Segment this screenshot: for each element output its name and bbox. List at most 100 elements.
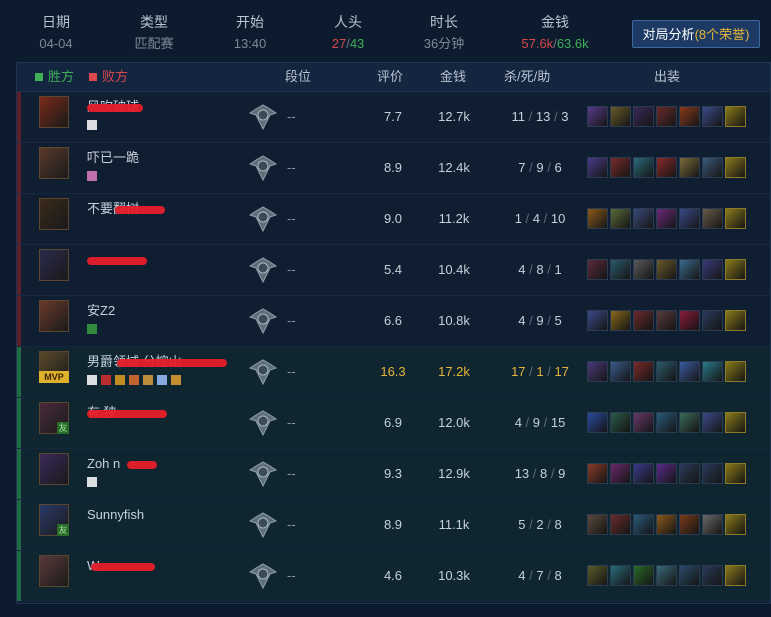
item-icon[interactable] [633,514,654,535]
item-icon[interactable] [679,157,700,178]
player-name[interactable]: 吓已一跪 [87,149,217,167]
item-icon[interactable] [633,106,654,127]
item-icon[interactable] [679,463,700,484]
trinket-item-icon[interactable] [725,565,746,586]
rank-value: -- [287,568,296,583]
champion-avatar[interactable] [39,249,69,281]
item-icon[interactable] [610,412,631,433]
rank-emblem-icon [248,308,278,335]
item-icon[interactable] [702,106,723,127]
item-icon[interactable] [702,259,723,280]
rank-emblem-icon [248,563,278,590]
item-icon[interactable] [656,259,677,280]
item-icon[interactable] [679,412,700,433]
item-icon[interactable] [610,514,631,535]
item-icon[interactable] [702,463,723,484]
champion-avatar[interactable] [39,453,69,485]
item-icon[interactable] [656,310,677,331]
table-row[interactable]: 吓已一跪 -- 8.9 12.4k 7 / 9 / 6 [17,143,770,194]
item-icon[interactable] [610,565,631,586]
item-icon[interactable] [702,208,723,229]
table-row[interactable]: 安Z2 -- 6.6 10.8k 4 / 9 / 5 [17,296,770,347]
trinket-item-icon[interactable] [725,157,746,178]
item-icon[interactable] [702,361,723,382]
player-name[interactable]: 安Z2 [87,302,217,320]
trinket-item-icon[interactable] [725,463,746,484]
type-value: 匹配赛 [134,36,174,51]
item-icon[interactable] [702,310,723,331]
item-icon[interactable] [587,412,608,433]
item-icon[interactable] [656,208,677,229]
item-icon[interactable] [587,514,608,535]
table-row[interactable]: 友有 狭--6.912.0k4 / 9 / 15 [17,398,770,449]
table-row[interactable]: Zoh n -- 9.3 12.9k 13 / 8 / 9 [17,449,770,500]
table-row[interactable]: 风吹破球--7.712.7k11 / 13 / 3 [17,92,770,143]
item-icon[interactable] [587,463,608,484]
table-row[interactable]: W--4.610.3k4 / 7 / 8 [17,551,770,602]
trinket-item-icon[interactable] [725,361,746,382]
trinket-item-icon[interactable] [725,106,746,127]
trinket-item-icon[interactable] [725,310,746,331]
player-name[interactable]: Sunnyfish [87,506,217,524]
item-icon[interactable] [610,157,631,178]
item-build [587,208,748,230]
player-badges [87,120,101,132]
gold-value: 11.2k [438,211,470,226]
item-icon[interactable] [587,259,608,280]
item-icon[interactable] [633,412,654,433]
rank-value: -- [287,415,296,430]
item-icon[interactable] [587,361,608,382]
table-row[interactable]: 不要翻树 -- 9.0 11.2k 1 / 4 / 10 [17,194,770,245]
item-icon[interactable] [633,208,654,229]
item-icon[interactable] [587,157,608,178]
trinket-item-icon[interactable] [725,259,746,280]
item-icon[interactable] [633,463,654,484]
item-icon[interactable] [633,259,654,280]
item-icon[interactable] [656,514,677,535]
table-row[interactable]: MVP男爵领域 分控山--16.317.2k17 / 1 / 17 [17,347,770,398]
champion-avatar[interactable] [39,300,69,332]
item-icon[interactable] [656,463,677,484]
item-icon[interactable] [610,310,631,331]
champion-avatar[interactable] [39,555,69,587]
champion-avatar[interactable] [39,198,69,230]
item-icon[interactable] [702,157,723,178]
item-icon[interactable] [633,361,654,382]
item-icon[interactable] [702,412,723,433]
item-icon[interactable] [656,361,677,382]
table-row[interactable]: -- 5.4 10.4k 4 / 8 / 1 [17,245,770,296]
item-icon[interactable] [587,106,608,127]
item-icon[interactable] [679,106,700,127]
item-icon[interactable] [656,412,677,433]
item-icon[interactable] [702,565,723,586]
item-icon[interactable] [633,565,654,586]
item-icon[interactable] [656,106,677,127]
item-icon[interactable] [656,157,677,178]
trinket-item-icon[interactable] [725,208,746,229]
item-icon[interactable] [679,259,700,280]
item-icon[interactable] [656,565,677,586]
type-label: 类型 [140,14,168,30]
table-row[interactable]: 友 Sunnyfish -- 8.9 11.1k 5 / 2 / 8 [17,500,770,551]
trinket-item-icon[interactable] [725,514,746,535]
champion-avatar[interactable] [39,96,69,128]
item-icon[interactable] [679,514,700,535]
item-icon[interactable] [679,565,700,586]
item-icon[interactable] [587,208,608,229]
champion-avatar[interactable] [39,147,69,179]
item-icon[interactable] [679,310,700,331]
match-analysis-button[interactable]: 对局分析(8个荣誉) [632,20,760,48]
item-icon[interactable] [610,361,631,382]
item-icon[interactable] [610,259,631,280]
item-icon[interactable] [587,565,608,586]
item-icon[interactable] [587,310,608,331]
item-icon[interactable] [679,208,700,229]
item-icon[interactable] [679,361,700,382]
item-icon[interactable] [610,208,631,229]
item-icon[interactable] [702,514,723,535]
item-icon[interactable] [610,106,631,127]
item-icon[interactable] [633,157,654,178]
trinket-item-icon[interactable] [725,412,746,433]
item-icon[interactable] [610,463,631,484]
item-icon[interactable] [633,310,654,331]
